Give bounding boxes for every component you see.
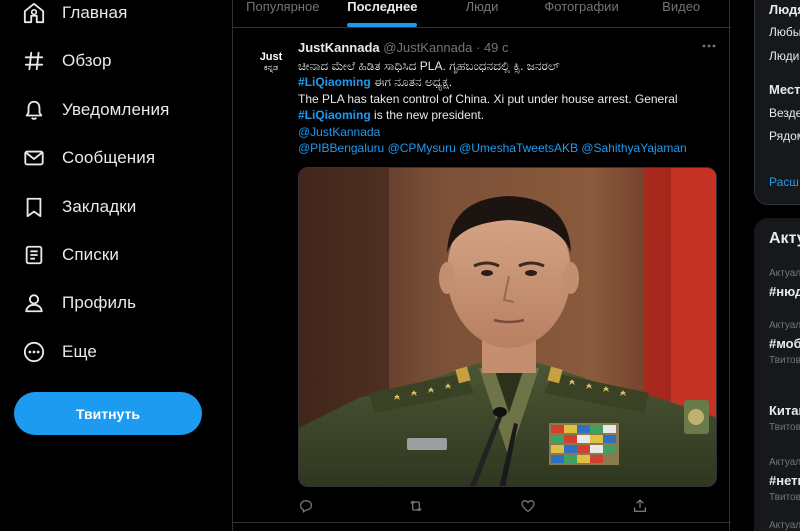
hashtag-link[interactable]: #LiQiaoming (298, 75, 371, 89)
bookmark-icon (22, 195, 46, 219)
nav-item-label: Еще (62, 342, 97, 361)
nav-item-home[interactable]: Главная (22, 0, 127, 33)
filter-heading-people: Людя (769, 2, 800, 17)
nav-item-label: Главная (62, 3, 128, 22)
tweet-line-english-1: The PLA has taken control of China. Xi p… (298, 91, 678, 106)
trend-name[interactable]: Китай (769, 403, 800, 418)
share-icon[interactable] (632, 498, 650, 516)
ribbon-bar (549, 423, 619, 465)
tab-latest[interactable]: Последнее (333, 0, 433, 27)
tweet-button[interactable]: Твитнуть (14, 392, 202, 435)
left-nav: Главная Обзор Уведомления Сообщения Закл… (0, 0, 232, 531)
author-handle[interactable]: @JustKannada (383, 40, 472, 55)
nav-item-more[interactable]: Еще (22, 332, 97, 372)
officer-portrait-image (299, 168, 716, 486)
trend-count: Твитов (769, 355, 800, 366)
tab-photos[interactable]: Фотографии (532, 0, 632, 27)
trend-name[interactable]: #нюд (769, 284, 800, 299)
filter-heading-location: Мест (769, 82, 800, 97)
nav-item-label: Обзор (62, 51, 112, 70)
nav-item-notifications[interactable]: Уведомления (22, 90, 169, 130)
tab-people[interactable]: Люди (432, 0, 532, 27)
tweet-actions (298, 498, 646, 516)
search-tabs: Популярное Последнее Люди Фотографии Вид… (233, 0, 731, 28)
mention-link[interactable]: @JustKannada (298, 124, 723, 140)
trend-context: Актуал (769, 320, 800, 331)
tweet[interactable]: Just ಕನ್ನಡ JustKannada @JustKannada · 49… (233, 28, 731, 523)
tweet-text: ಚೀನಾದ ಮೇಲೆ ಹಿಡಿತ ಸಾಧಿಸಿದ PLA. ಗೃಹಬಂಧನದಲ್… (298, 58, 723, 156)
list-icon (22, 243, 46, 267)
avatar-logo-text: Just (259, 51, 283, 63)
tweet-text-fragment: is the new president. (370, 108, 485, 123)
bell-icon (22, 98, 46, 122)
retweet-icon[interactable] (408, 498, 426, 516)
filter-option-near-you[interactable]: Рядом (769, 129, 800, 143)
tweet-text-fragment: ಈಗ ನೂತನ ಅಧ್ಯಕ್ಷ. (370, 75, 453, 90)
tweet-time[interactable]: 49 с (484, 40, 509, 55)
nav-item-label: Закладки (62, 197, 137, 216)
trend-context: Актуал (769, 268, 800, 279)
tab-top[interactable]: Популярное (233, 0, 333, 27)
nav-item-messages[interactable]: Сообщения (22, 138, 155, 178)
reply-icon[interactable] (298, 498, 316, 516)
separator-dot: · (475, 40, 481, 55)
nav-item-profile[interactable]: Профиль (22, 283, 136, 323)
trend-name[interactable]: #моб (769, 336, 800, 351)
trend-context: Актуал (769, 457, 800, 468)
nav-item-explore[interactable]: Обзор (22, 41, 112, 81)
like-icon[interactable] (520, 498, 538, 516)
tweet-line-english-2: #LiQiaoming is the new president. (298, 107, 723, 123)
author-name[interactable]: JustKannada (298, 40, 380, 55)
filter-option-anywhere[interactable]: Везде (769, 106, 800, 120)
nav-item-label: Уведомления (62, 100, 170, 119)
trend-count: Твитов (769, 492, 800, 503)
trend-count: Твитов (769, 422, 800, 433)
search-results-column: Популярное Последнее Люди Фотографии Вид… (232, 0, 731, 531)
advanced-search-link[interactable]: Расш (769, 175, 799, 189)
nav-item-label: Профиль (62, 293, 137, 312)
nav-item-bookmarks[interactable]: Закладки (22, 187, 136, 227)
more-options-icon[interactable] (701, 38, 717, 54)
tab-videos[interactable]: Видео (631, 0, 731, 27)
person-icon (22, 291, 46, 315)
hashtag-link[interactable]: #LiQiaoming (298, 108, 371, 122)
avatar[interactable]: Just ಕನ್ನಡ (251, 42, 291, 82)
tweet-line-kannada-2: #LiQiaoming ಈಗ ನೂತನ ಅಧ್ಯಕ್ಷ. (298, 74, 723, 90)
right-sidebar: Людя Любы Люди Мест Везде Рядом Расш Акт… (730, 0, 800, 531)
nav-item-label: Сообщения (62, 148, 156, 167)
hashtag-icon (22, 49, 46, 73)
avatar-logo-subtext: ಕನ್ನಡ (263, 63, 279, 72)
trends-title: Акту (769, 230, 800, 247)
mention-links[interactable]: @PIBBengaluru @CPMysuru @UmeshaTweetsAKB… (298, 140, 723, 156)
trend-name[interactable]: #нетн (769, 473, 800, 488)
nav-item-label: Списки (62, 245, 120, 264)
tweet-photo[interactable] (298, 167, 717, 487)
filter-option-anyone[interactable]: Любы (769, 25, 800, 39)
nav-item-lists[interactable]: Списки (22, 235, 119, 275)
more-circle-icon (22, 340, 46, 364)
trend-context: Актуал (769, 520, 800, 531)
envelope-icon (22, 146, 46, 170)
filter-option-people-you-follow[interactable]: Люди (769, 49, 799, 63)
tweet-line-kannada-1: ಚೀನಾದ ಮೇಲೆ ಹಿಡಿತ ಸಾಧಿಸಿದ PLA. ಗೃಹಬಂಧನದಲ್… (298, 59, 560, 73)
tweet-header: JustKannada @JustKannada · 49 с (298, 40, 509, 55)
home-icon (22, 1, 46, 25)
